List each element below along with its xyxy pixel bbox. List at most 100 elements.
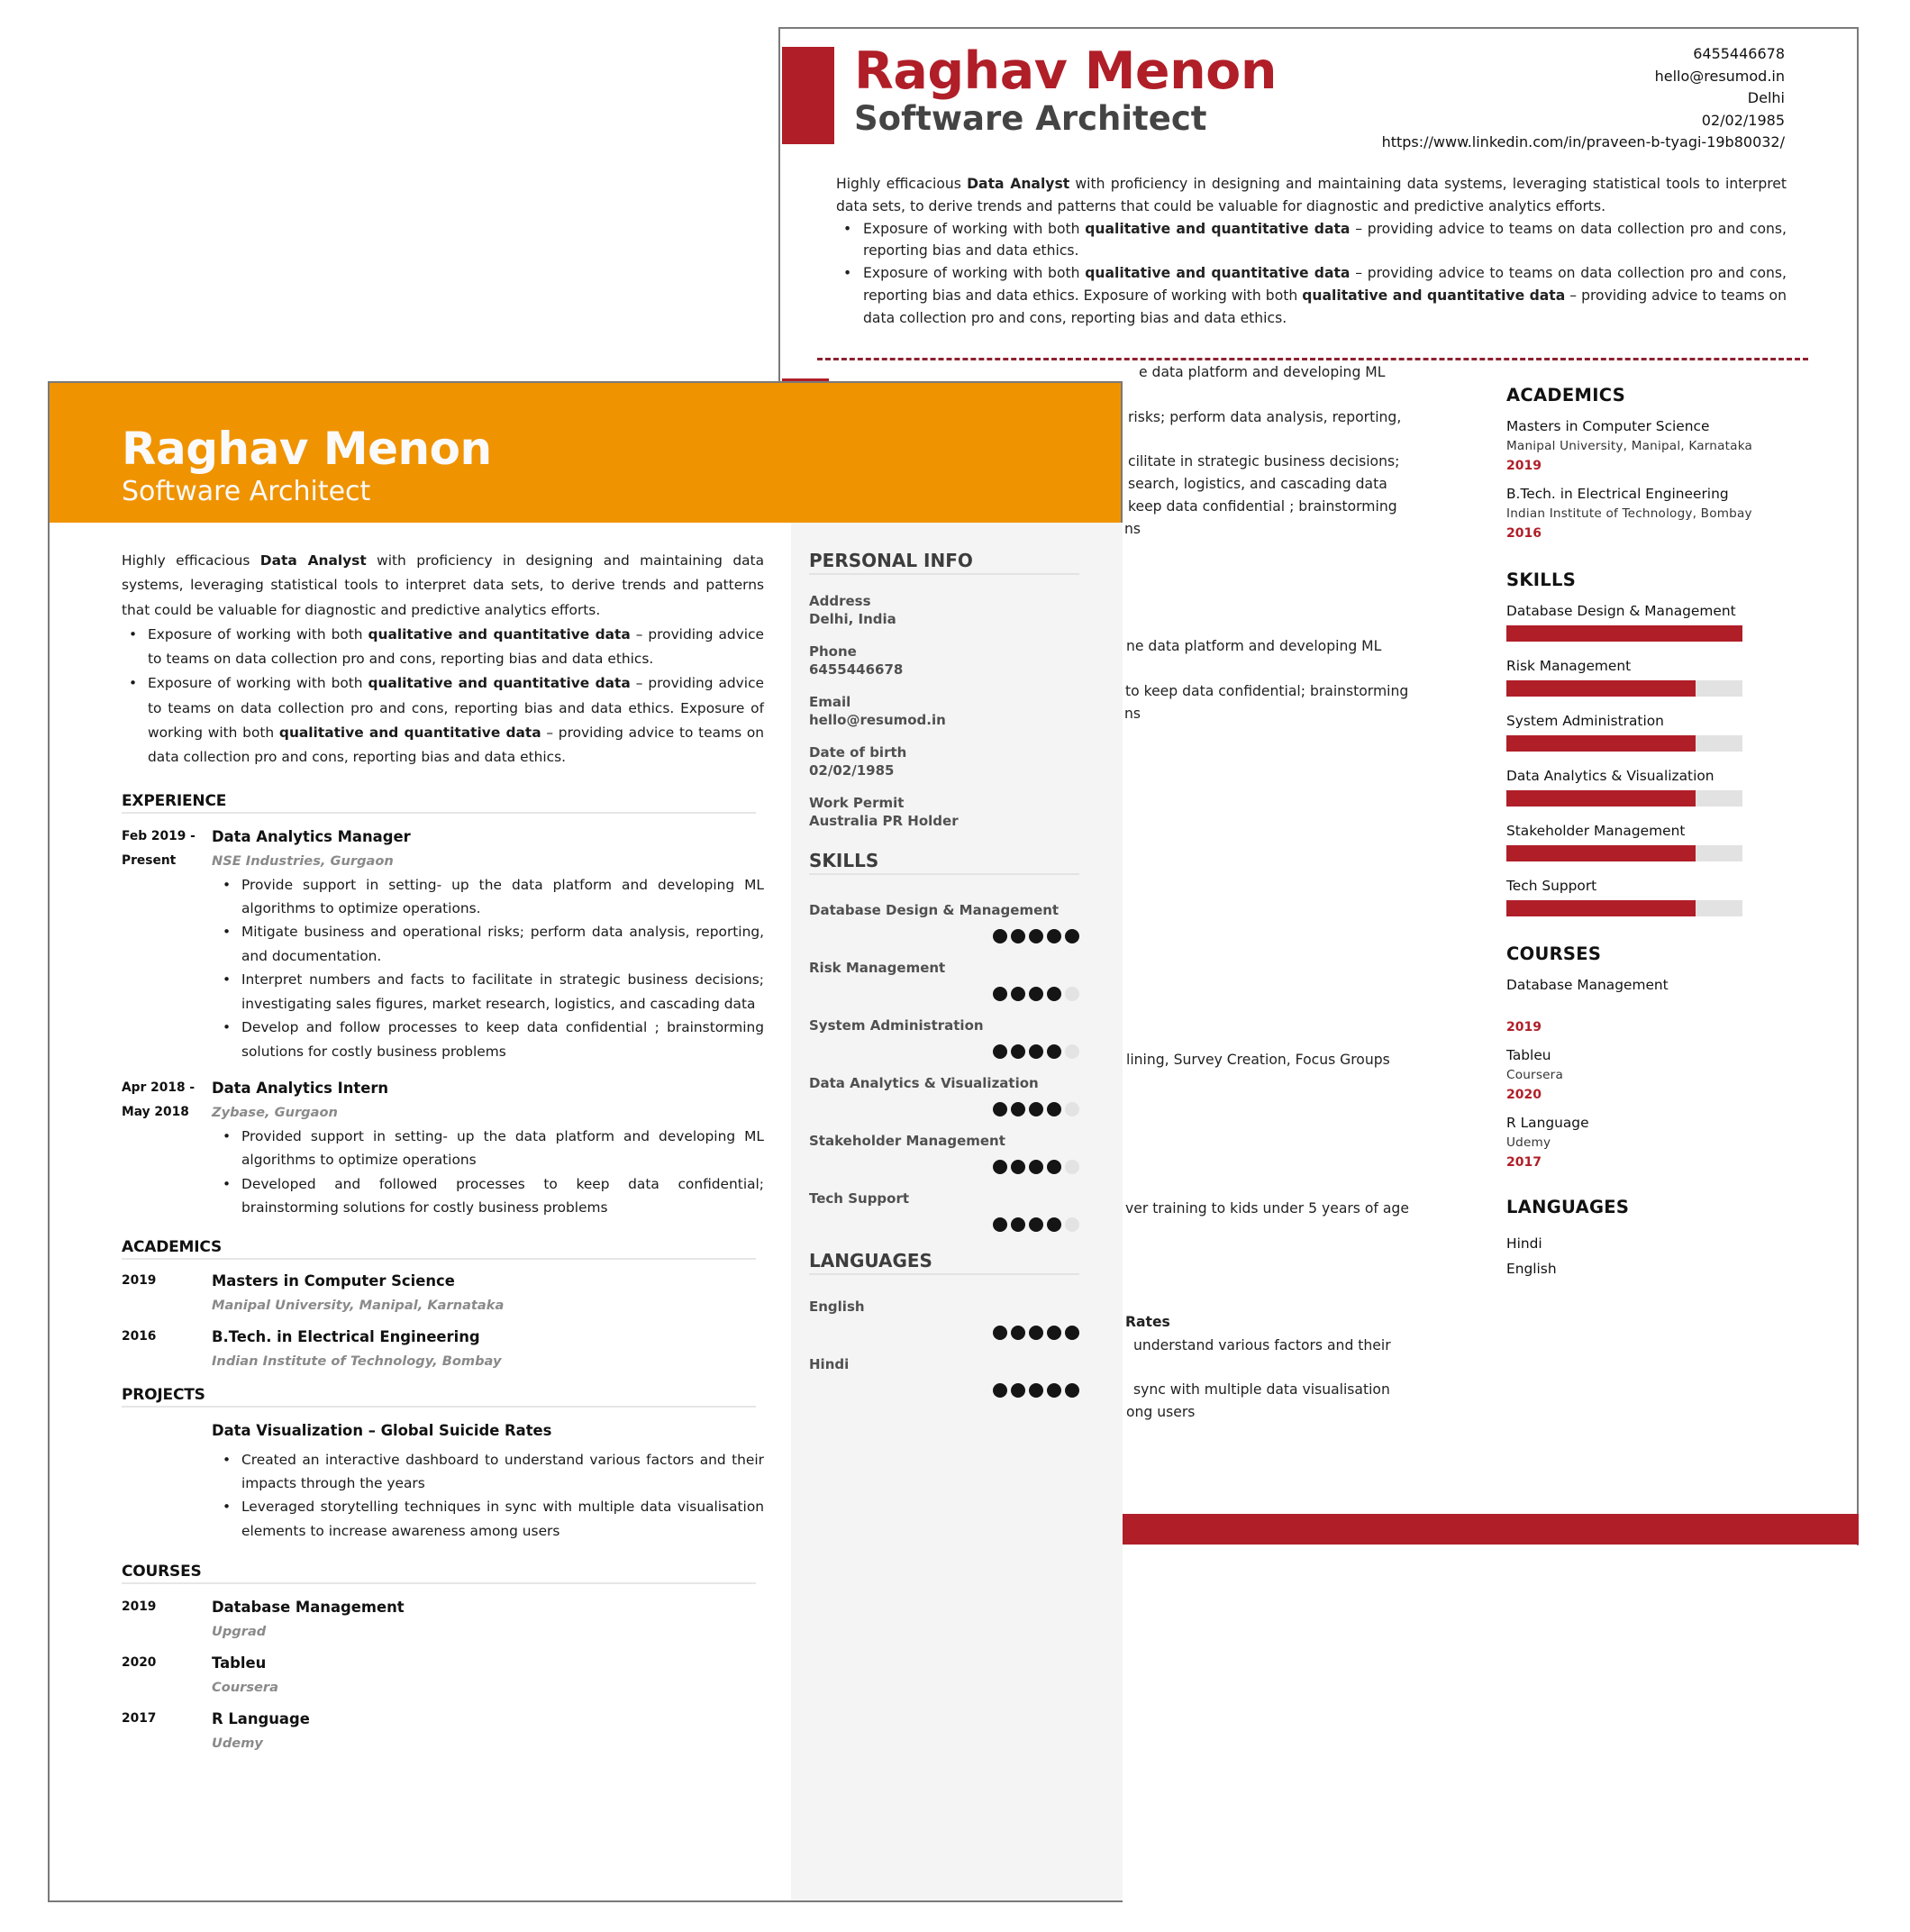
institute: Indian Institute of Technology, Bombay — [212, 1353, 502, 1369]
candidate-title: Software Architect — [854, 99, 1207, 138]
course-name: Tableu — [1506, 1047, 1551, 1063]
skill-level-bar — [1506, 735, 1742, 752]
entry-date: Feb 2019 - Present — [122, 825, 212, 1063]
rating-dots — [809, 1102, 1079, 1116]
duties: Provide support in setting- up the data … — [223, 873, 764, 1063]
occluded-text-fragment: search, logistics, and cascading data — [1128, 476, 1387, 492]
bullet-bold: qualitative and quantitative data — [1302, 287, 1566, 304]
year: 2019 — [122, 1272, 157, 1288]
sidebar: PERSONAL INFO Address Delhi, India Phone 64… — [791, 523, 1123, 1900]
occluded-text-fragment: cilitate in strategic business decisions… — [1128, 453, 1400, 469]
skills-list: Database Design & Management Risk Managem… — [1506, 603, 1795, 916]
course-entry: 2019 Database Management Upgrad — [122, 1595, 764, 1644]
degree: Masters in Computer Science — [1506, 418, 1710, 434]
rating-dot-filled — [1011, 1326, 1025, 1340]
rating-dot-filled — [1065, 1326, 1079, 1340]
entry-date-spacer — [122, 1418, 212, 1544]
rating-dot-filled — [1029, 1383, 1043, 1398]
bullet-bold: qualitative and quantitative data — [368, 675, 631, 692]
role: Data Analytics Intern — [212, 1079, 389, 1097]
rating-dot-filled — [1047, 1326, 1061, 1340]
summary: Highly efficacious Data Analyst with pro… — [836, 173, 1787, 330]
occluded-text-fragment: risks; perform data analysis, reporting, — [1128, 409, 1402, 425]
course-year: 2019 — [1506, 1020, 1542, 1034]
summary-bullets: Exposure of working with both qualitativ… — [843, 218, 1787, 330]
contact-location: Delhi — [1747, 89, 1785, 107]
rating-dot-filled — [993, 1217, 1007, 1232]
sidebar-content: PERSONAL INFO Address Delhi, India Phone 64… — [809, 550, 1079, 1398]
section-heading-courses: COURSES — [122, 1563, 756, 1585]
rating-dot-filled — [993, 1102, 1007, 1116]
course-name: R Language — [1506, 1115, 1589, 1131]
skill-level-fill — [1506, 900, 1696, 916]
course-name: Database Management — [212, 1599, 405, 1617]
rating-item-name: System Administration — [809, 1017, 984, 1034]
entry-body: Data Visualization – Global Suicide Rate… — [212, 1418, 764, 1544]
rating-dot-filled — [993, 1383, 1007, 1398]
front-resume-page: Raghav Menon Software Architect Highly e… — [48, 381, 1123, 1902]
section-heading-academics: ACADEMICS — [1506, 385, 1626, 406]
summary: Highly efficacious Data Analyst with pro… — [122, 549, 764, 770]
rating-dot-empty — [1065, 1160, 1079, 1174]
rating-item-name: Hindi — [809, 1356, 850, 1372]
course-provider: Coursera — [212, 1680, 278, 1696]
occluded-text-fragment: e data platform and developing ML — [1139, 364, 1386, 380]
academic-entry: 2019 Masters in Computer Science Manipal… — [122, 1269, 764, 1317]
role: Data Analytics Manager — [212, 827, 411, 845]
project-title: Data Visualization – Global Suicide Rate… — [212, 1421, 552, 1439]
institute: Manipal University, Manipal, Karnataka — [212, 1297, 505, 1313]
bullet-text: Exposure of working with both — [863, 265, 1086, 282]
info-value: Delhi, India — [809, 611, 896, 627]
year: 2016 — [122, 1328, 157, 1344]
rating-dot-filled — [993, 1160, 1007, 1174]
contact-linkedin[interactable]: https://www.linkedin.com/in/praveen-b-ty… — [1382, 132, 1785, 154]
course-item: R Language Udemy 2017 — [1506, 1115, 1795, 1170]
rating-dot-filled — [1011, 1102, 1025, 1116]
rating-dot-filled — [993, 987, 1007, 1001]
rating-dots — [809, 1326, 1079, 1340]
summary-bullet: Exposure of working with both qualitativ… — [129, 623, 764, 672]
course-item: Database Management 2019 — [1506, 977, 1795, 1034]
summary-bullets: Exposure of working with both qualitativ… — [129, 623, 764, 770]
rating-dot-filled — [1047, 929, 1061, 943]
entry-body: B.Tech. in Electrical Engineering Indian… — [212, 1325, 764, 1373]
info-value: Australia PR Holder — [809, 813, 959, 829]
occluded-text-fragment: ver training to kids under 5 years of ag… — [1125, 1200, 1409, 1217]
project-point: Leveraged storytelling techniques in syn… — [223, 1495, 764, 1543]
year: 2017 — [122, 1711, 157, 1727]
rating-item-name: English — [809, 1299, 865, 1315]
rating-dot-filled — [1011, 1217, 1025, 1232]
rating-dot-filled — [1011, 987, 1025, 1001]
skill-level-bar — [1506, 790, 1742, 807]
academic-item: B.Tech. in Electrical Engineering Indian… — [1506, 486, 1795, 541]
section-heading-academics: ACADEMICS — [122, 1238, 756, 1260]
summary-intro: Highly efficacious Data Analyst with pro… — [836, 173, 1787, 218]
company: Zybase, Gurgaon — [212, 1104, 338, 1120]
contact-email[interactable]: hello@resumod.in — [1382, 66, 1785, 88]
skill-name: Data Analytics & Visualization — [1506, 768, 1714, 784]
info-value: 6455446678 — [809, 661, 904, 678]
candidate-name: Raghav Menon — [122, 423, 492, 475]
project-point: Created an interactive dashboard to unde… — [223, 1448, 764, 1496]
rating-dot-empty — [1065, 1044, 1079, 1059]
skill-name: Tech Support — [1506, 878, 1597, 894]
skill-level-bar — [1506, 900, 1742, 916]
year: 2019 — [122, 1599, 157, 1615]
entry-body: R Language Udemy — [212, 1707, 764, 1755]
bullet-bold: qualitative and quantitative data — [1085, 220, 1351, 237]
course-item: Tableu Coursera 2020 — [1506, 1047, 1795, 1102]
info-value[interactable]: hello@resumod.in — [809, 711, 1079, 729]
languages-list: English Hindi — [809, 1299, 1079, 1398]
summary-intro: Highly efficacious Data Analyst with pro… — [122, 549, 764, 623]
rating-dots — [809, 1160, 1079, 1174]
year: 2020 — [122, 1655, 157, 1671]
rating-dot-filled — [1029, 1217, 1043, 1232]
section-heading-languages: LANGUAGES — [809, 1250, 1079, 1275]
rating-dot-filled — [1029, 929, 1043, 943]
skill-level-bar — [1506, 845, 1742, 861]
rating-item-name: Stakeholder Management — [809, 1133, 1005, 1149]
info-label: Date of birth — [809, 744, 907, 761]
skill-level-fill — [1506, 625, 1742, 642]
degree: B.Tech. in Electrical Engineering — [212, 1327, 480, 1345]
occluded-text-fragment: to keep data confidential; brainstorming — [1125, 683, 1409, 699]
